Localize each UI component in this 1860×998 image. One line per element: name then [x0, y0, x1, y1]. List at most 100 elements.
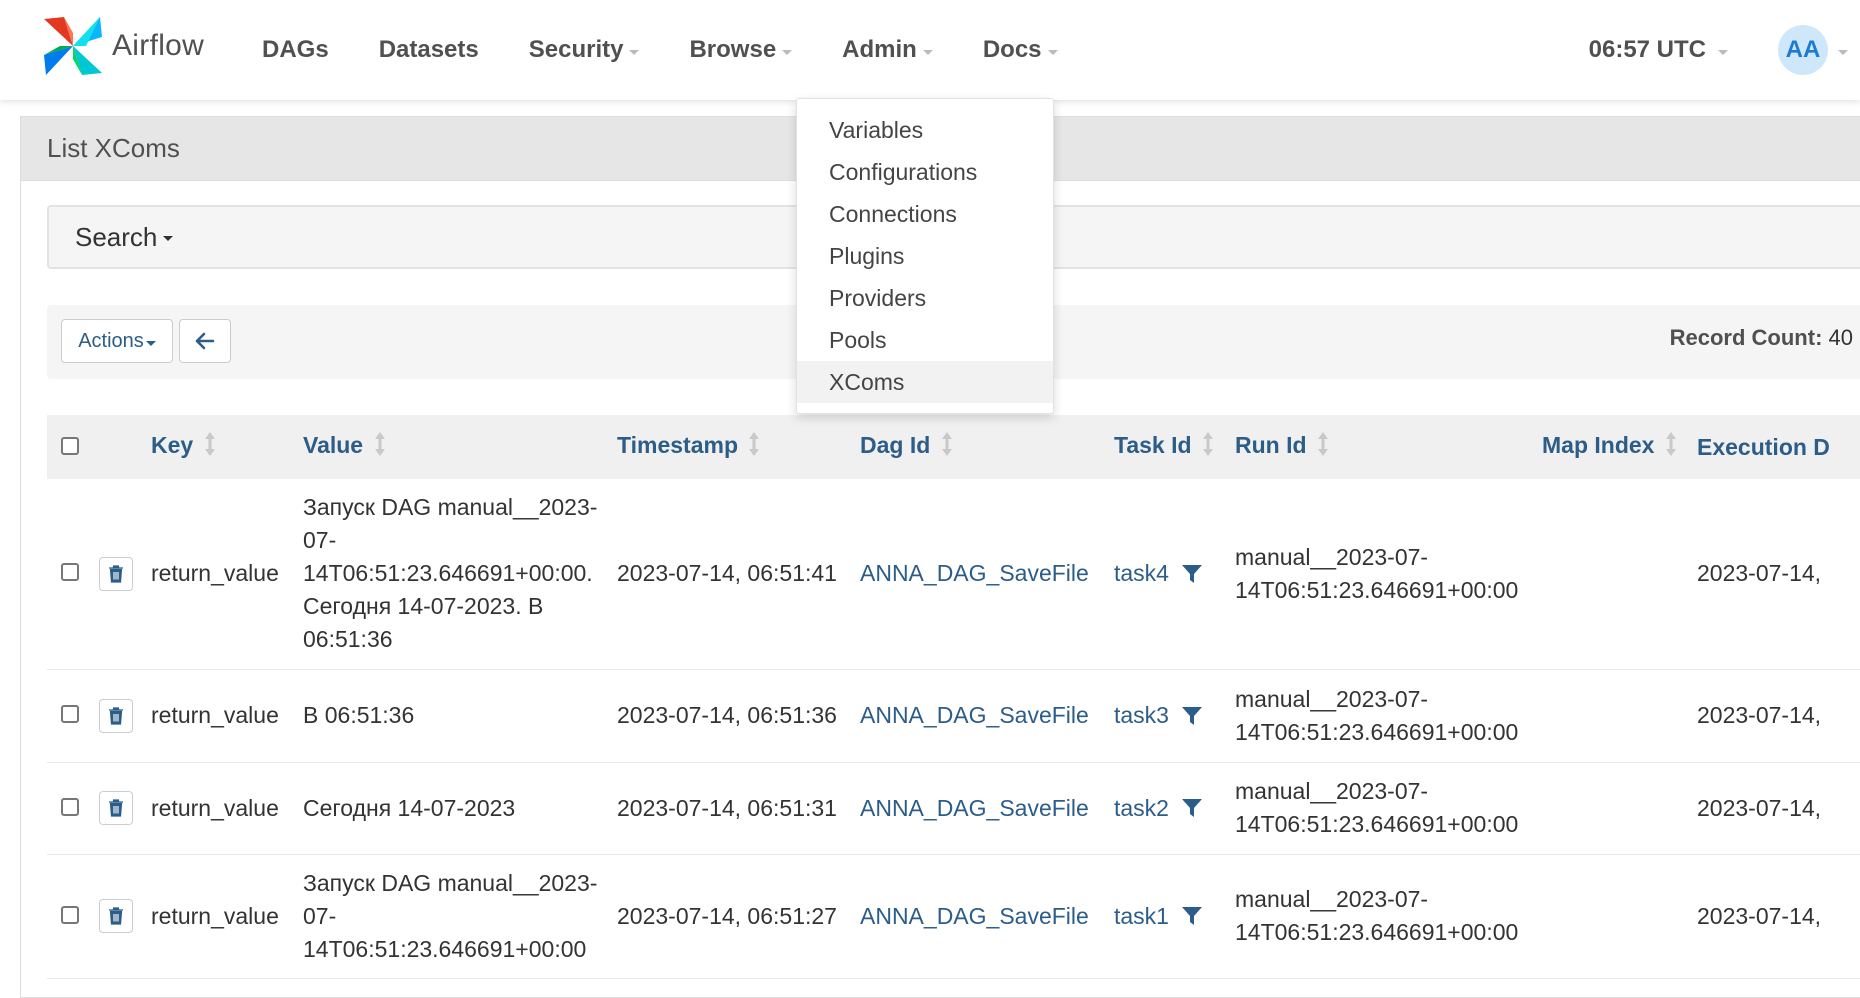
row-checkbox[interactable]	[61, 905, 79, 924]
row-checkbox[interactable]	[61, 563, 79, 582]
execution-date-cell: 2023-07-14,	[1697, 854, 1860, 979]
row-select-cell	[47, 479, 99, 670]
menu-item-connections[interactable]: Connections	[797, 193, 1053, 235]
back-button[interactable]	[179, 319, 231, 363]
row-actions-cell	[99, 854, 151, 979]
value-cell: Запуск DAG manual__2023-07-14T06:51:23.6…	[303, 854, 617, 979]
select-all-checkbox[interactable]	[61, 436, 79, 455]
task-id-link[interactable]: task3	[1114, 699, 1169, 732]
nav-docs[interactable]: Docs	[983, 36, 1058, 64]
sort-icon	[374, 431, 386, 463]
menu-item-providers[interactable]: Providers	[797, 277, 1053, 319]
menu-item-plugins[interactable]: Plugins	[797, 235, 1053, 277]
caret-down-icon	[145, 340, 156, 346]
row-select-cell	[47, 669, 99, 763]
run-id-cell: manual__2023-07-14T06:51:23.646691+00:00	[1235, 762, 1542, 855]
nav-datasets-label: Datasets	[378, 36, 479, 63]
timestamp-cell: 2023-07-14, 06:51:36	[617, 669, 860, 763]
brand-link[interactable]: Airflow	[42, 15, 204, 77]
col-header-execution-date[interactable]: Execution D	[1697, 415, 1860, 479]
col-header-task-id[interactable]: Task Id	[1114, 415, 1235, 479]
map-index-cell	[1542, 762, 1697, 855]
record-count-value: 40	[1828, 325, 1853, 350]
dag-id-link[interactable]: ANNA_DAG_SaveFile	[860, 479, 1114, 670]
col-header-timestamp[interactable]: Timestamp	[617, 415, 860, 479]
run-id-cell: manual__2023-07-14T06:51:23.646691+00:00	[1235, 479, 1542, 670]
actions-col-header	[99, 415, 151, 479]
task-id-cell: task3	[1114, 669, 1235, 763]
filter-icon[interactable]	[1181, 563, 1203, 585]
nav-dags-label: DAGs	[262, 36, 329, 63]
record-count-label: Record Count:	[1669, 325, 1823, 350]
nav-admin[interactable]: Admin	[842, 36, 933, 64]
dag-id-link[interactable]: ANNA_DAG_SaveFile	[860, 762, 1114, 855]
filter-icon[interactable]	[1181, 905, 1203, 927]
menu-item-configurations[interactable]: Configurations	[797, 151, 1053, 193]
timestamp-cell: 2023-07-14, 06:51:27	[617, 854, 860, 979]
clock-dropdown[interactable]: 06:57 UTC	[1589, 36, 1728, 64]
row-actions-cell	[99, 669, 151, 763]
col-header-value[interactable]: Value	[303, 415, 617, 479]
key-cell: return_value	[151, 669, 303, 763]
nav-dags[interactable]: DAGs	[262, 36, 329, 64]
col-key-label: Key	[151, 432, 194, 459]
delete-button[interactable]	[99, 698, 133, 733]
nav-browse[interactable]: Browse	[689, 36, 793, 64]
caret-down-icon[interactable]	[1838, 49, 1848, 55]
caret-down-icon	[922, 49, 933, 55]
task-id-link[interactable]: task2	[1114, 792, 1169, 825]
delete-button[interactable]	[99, 791, 133, 825]
table-header-row: Key Value Timestamp Dag Id Task Id Run I…	[47, 415, 1860, 479]
nav-security[interactable]: Security	[529, 36, 640, 64]
filter-icon[interactable]	[1181, 797, 1203, 819]
search-dropdown-toggle[interactable]: Search	[75, 222, 174, 253]
sort-icon	[1665, 431, 1677, 463]
record-count: Record Count: 40	[1670, 325, 1853, 351]
key-cell: return_value	[151, 479, 303, 670]
col-run-id-label: Run Id	[1235, 432, 1307, 459]
value-cell: В 06:51:36	[303, 669, 617, 763]
delete-button[interactable]	[99, 899, 133, 933]
table-row: return_value Запуск DAG manual__2023-07-…	[47, 479, 1860, 670]
col-header-run-id[interactable]: Run Id	[1235, 415, 1542, 479]
nav-datasets[interactable]: Datasets	[379, 36, 479, 64]
run-id-cell: manual__2023-07-14T06:51:23.646691+00:00	[1235, 854, 1542, 979]
sort-icon	[748, 431, 760, 463]
table-row: return_value В 06:51:36 2023-07-14, 06:5…	[47, 669, 1860, 763]
col-header-key[interactable]: Key	[151, 415, 303, 479]
caret-down-icon	[782, 49, 793, 55]
col-dag-id-label: Dag Id	[860, 432, 931, 459]
execution-date-cell: 2023-07-14,	[1697, 479, 1860, 670]
row-checkbox[interactable]	[61, 705, 79, 723]
table-row: return_value Сегодня 14-07-2023 2023-07-…	[47, 762, 1860, 855]
admin-dropdown-menu: Variables Configurations Connections Plu…	[796, 98, 1054, 414]
nav-admin-label: Admin	[842, 36, 917, 63]
actions-button[interactable]: Actions	[61, 319, 173, 363]
brand-name: Airflow	[112, 29, 205, 62]
map-index-cell	[1542, 669, 1697, 763]
arrow-left-icon	[195, 332, 215, 350]
nav-docs-label: Docs	[982, 36, 1042, 63]
row-checkbox[interactable]	[61, 797, 79, 816]
col-header-map-index[interactable]: Map Index	[1542, 415, 1697, 479]
sort-icon	[941, 431, 953, 463]
task-id-link[interactable]: task1	[1114, 900, 1169, 933]
menu-item-variables[interactable]: Variables	[797, 109, 1053, 151]
airflow-logo-icon	[44, 17, 102, 75]
col-task-id-label: Task Id	[1114, 432, 1192, 459]
col-header-dag-id[interactable]: Dag Id	[860, 415, 1114, 479]
dag-id-link[interactable]: ANNA_DAG_SaveFile	[860, 669, 1114, 763]
trash-icon	[109, 565, 123, 583]
dag-id-link[interactable]: ANNA_DAG_SaveFile	[860, 854, 1114, 979]
menu-item-xcoms[interactable]: XComs	[797, 361, 1053, 403]
col-map-index-label: Map Index	[1542, 432, 1655, 459]
menu-item-pools[interactable]: Pools	[797, 319, 1053, 361]
user-avatar[interactable]: AA	[1778, 25, 1828, 75]
execution-date-cell: 2023-07-14,	[1697, 669, 1860, 763]
trash-icon	[109, 706, 123, 725]
delete-button[interactable]	[99, 556, 133, 591]
value-cell: Сегодня 14-07-2023	[303, 762, 617, 855]
filter-icon[interactable]	[1181, 705, 1203, 727]
task-id-link[interactable]: task4	[1114, 557, 1169, 590]
table-row: return_value Запуск DAG manual__2023-07-…	[47, 854, 1860, 979]
